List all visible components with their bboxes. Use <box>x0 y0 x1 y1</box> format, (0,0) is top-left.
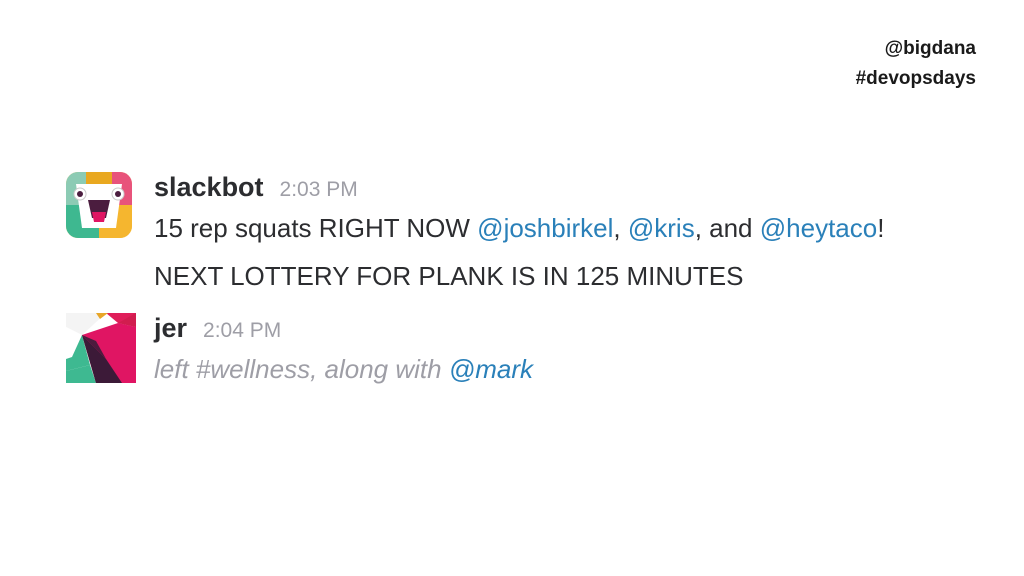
message-body: jer 2:04 PM left #wellness, along with @… <box>154 313 533 389</box>
mention-mark[interactable]: @mark <box>449 354 533 384</box>
text-segment: , <box>613 213 628 243</box>
slack-logo-avatar-icon[interactable] <box>66 313 136 383</box>
twitter-handle: @bigdana <box>884 38 976 59</box>
system-message-text: left #wellness, along with @mark <box>154 349 533 389</box>
event-hashtag: #devopsdays <box>855 68 976 89</box>
speaker-handles: @bigdana #devopsdays <box>856 34 976 94</box>
text-segment: , and <box>694 213 760 243</box>
message-jer: jer 2:04 PM left #wellness, along with @… <box>66 313 533 389</box>
message-slackbot: slackbot 2:03 PM 15 rep squats RIGHT NOW… <box>66 172 884 296</box>
mention-kris[interactable]: @kris <box>628 213 695 243</box>
message-header: slackbot 2:03 PM <box>154 172 884 208</box>
message-text: 15 rep squats RIGHT NOW @joshbirkel, @kr… <box>154 208 884 248</box>
username[interactable]: jer <box>154 313 187 344</box>
mention-joshbirkel[interactable]: @joshbirkel <box>477 213 613 243</box>
message-text: NEXT LOTTERY FOR PLANK IS IN 125 MINUTES <box>154 261 744 291</box>
mention-heytaco[interactable]: @heytaco <box>760 213 877 243</box>
username[interactable]: slackbot <box>154 172 264 203</box>
slackbot-avatar-icon[interactable] <box>66 172 132 238</box>
timestamp[interactable]: 2:04 PM <box>203 319 281 343</box>
text-segment: 15 rep squats RIGHT NOW <box>154 213 478 243</box>
timestamp[interactable]: 2:03 PM <box>280 178 358 202</box>
message-body: slackbot 2:03 PM 15 rep squats RIGHT NOW… <box>154 172 884 296</box>
text-segment: ! <box>877 213 885 243</box>
message-header: jer 2:04 PM <box>154 313 533 349</box>
text-segment: left #wellness, along with <box>154 354 449 384</box>
